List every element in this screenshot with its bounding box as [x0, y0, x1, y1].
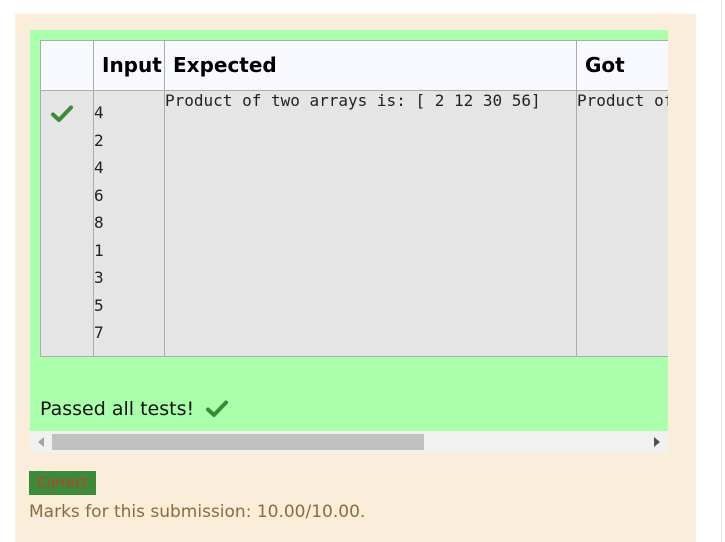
input-line: 5	[94, 295, 104, 315]
expected-output: Product of two arrays is: [ 2 12 30 56]	[165, 91, 541, 110]
header-expected: Expected	[164, 40, 577, 91]
header-input: Input	[93, 40, 165, 91]
correct-badge: Correct	[29, 471, 96, 495]
passed-text: Passed all tests!	[40, 398, 195, 420]
scroll-right-arrow-icon[interactable]	[654, 437, 660, 447]
input-line: 4	[94, 158, 104, 177]
input-lines: 4 2 4 6 8 1 3 5 7	[94, 99, 164, 347]
marks-text: Marks for this submission: 10.00/10.00.	[29, 502, 366, 522]
input-line: 7	[94, 323, 104, 342]
input-line: 8	[94, 213, 104, 232]
check-icon	[206, 400, 229, 417]
input-line: 1	[94, 240, 104, 260]
table-row: 4 2 4 6 8 1 3 5 7 Product of two arrays is: [ 2 …	[40, 90, 668, 357]
input-line: 6	[94, 185, 104, 205]
status-cell	[40, 90, 94, 357]
test-results-box: Input Expected Got 4 2 4 6 8 1 3 5 7 Product of …	[30, 30, 668, 431]
feedback-panel: Input Expected Got 4 2 4 6 8 1 3 5 7 Product of …	[15, 14, 696, 542]
input-line: 3	[94, 268, 104, 287]
check-icon	[51, 105, 73, 122]
table-header-row: Input Expected Got	[40, 40, 668, 91]
input-line: 2	[94, 130, 104, 150]
expected-cell: Product of two arrays is: [ 2 12 30 56]	[164, 90, 577, 357]
header-got: Got	[576, 40, 668, 91]
test-results-table: Input Expected Got 4 2 4 6 8 1 3 5 7 Product of …	[40, 40, 668, 357]
page-edge-divider	[721, 0, 722, 542]
scrollbar-thumb[interactable]	[52, 434, 424, 450]
header-status	[40, 40, 94, 91]
input-cell: 4 2 4 6 8 1 3 5 7	[93, 90, 165, 357]
horizontal-scrollbar[interactable]	[30, 431, 668, 453]
got-output: Product of two arrays is: [ 2 12 30 56]	[577, 91, 668, 110]
passed-all-tests: Passed all tests!	[40, 398, 229, 420]
scroll-left-arrow-icon[interactable]	[38, 437, 44, 447]
got-cell: Product of two arrays is: [ 2 12 30 56]	[576, 90, 668, 357]
input-line: 4	[94, 103, 104, 122]
